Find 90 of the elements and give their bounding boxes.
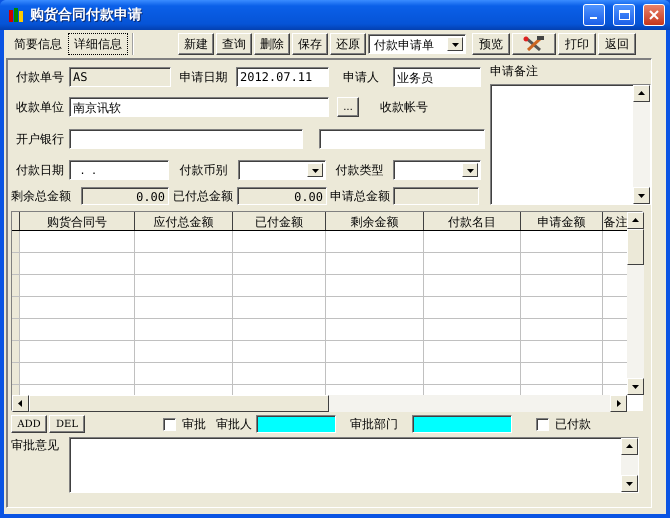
apply-total-field[interactable]	[393, 187, 479, 205]
toolbar-button[interactable]: 保存	[292, 33, 328, 55]
field-label: 审批人	[215, 416, 253, 432]
remaining-total-field[interactable]: 0.00	[81, 187, 169, 205]
field-label: 收款帐号	[379, 98, 429, 116]
field-label: 审批部门	[349, 416, 399, 432]
bank-field[interactable]	[69, 129, 303, 149]
down-arrow-icon	[312, 166, 318, 174]
toolbar-button[interactable]: 新建	[178, 33, 214, 55]
column-header[interactable]: 购货合同号	[20, 212, 135, 230]
field-label: 付款单号	[15, 68, 65, 86]
field-label: 开户银行	[15, 130, 65, 148]
right-arrow-icon	[615, 400, 622, 407]
down-arrow-icon	[466, 166, 474, 174]
paid-total-field[interactable]: 0.00	[237, 187, 327, 205]
apply-date-field[interactable]: 2012.07.11	[236, 67, 329, 87]
column-header[interactable]: 应付总金额	[135, 212, 233, 230]
account-field[interactable]	[319, 129, 485, 149]
payment-type-select[interactable]	[393, 160, 481, 180]
up-arrow-icon	[638, 90, 645, 97]
vertical-scrollbar[interactable]	[627, 212, 644, 395]
field-label: 申请人	[342, 68, 380, 86]
scroll-thumb[interactable]	[627, 229, 644, 265]
tab[interactable]: 简要信息	[8, 33, 68, 55]
toolbar-button[interactable]: 删除	[254, 33, 290, 55]
field-label: 申请总金额	[329, 188, 391, 204]
field-label: 剩余总金额	[11, 188, 72, 204]
checkbox-label: 已付款	[555, 416, 592, 432]
opinion-textarea[interactable]	[69, 437, 639, 493]
column-header[interactable]: 付款名目	[424, 212, 521, 230]
field-label: 已付总金额	[172, 188, 234, 204]
row-header[interactable]	[12, 297, 20, 318]
close-button[interactable]	[643, 4, 665, 26]
payee-field[interactable]: 南京讯软	[69, 97, 329, 117]
approver-field[interactable]	[256, 415, 336, 433]
vertical-scrollbar[interactable]	[633, 85, 650, 204]
row-header[interactable]	[12, 341, 20, 362]
row-header[interactable]	[12, 231, 20, 252]
column-header[interactable]: 备注	[603, 212, 627, 230]
row-header[interactable]	[12, 253, 20, 274]
browse-button[interactable]: ...	[337, 97, 359, 117]
add-button[interactable]: ADD	[11, 415, 47, 433]
report-select[interactable]: 付款申请单	[368, 34, 466, 54]
field-label: 收款单位	[15, 98, 65, 116]
pay-date-field[interactable]: . .	[69, 160, 169, 180]
toolbar-button[interactable]: 预览	[472, 33, 510, 55]
row-header[interactable]	[12, 275, 20, 296]
close-icon	[649, 10, 659, 20]
vertical-scrollbar[interactable]	[621, 438, 638, 492]
up-arrow-icon	[626, 443, 633, 450]
toolbar-button[interactable]: 查询	[216, 33, 252, 55]
field-label: 付款币别	[178, 162, 228, 178]
scroll-thumb[interactable]	[29, 395, 329, 412]
checkbox[interactable]	[536, 418, 549, 430]
column-header[interactable]: 已付金额	[233, 212, 326, 230]
up-arrow-icon	[632, 217, 639, 224]
currency-select[interactable]	[238, 160, 326, 180]
payment-number-field[interactable]: AS	[69, 67, 171, 87]
toolbar-button[interactable]: 打印	[558, 33, 596, 55]
maximize-icon	[618, 10, 630, 20]
checkbox-label: 审批	[182, 416, 207, 432]
down-arrow-icon	[626, 480, 633, 487]
down-arrow-icon	[452, 40, 458, 48]
field-label: 申请日期	[178, 68, 228, 86]
checkbox[interactable]	[163, 418, 176, 430]
down-arrow-icon	[632, 383, 639, 390]
tools-button[interactable]	[512, 33, 556, 55]
row-header[interactable]	[12, 319, 20, 340]
field-label: 付款类型	[334, 162, 384, 178]
column-header[interactable]: 剩余金额	[326, 212, 424, 230]
maximize-button[interactable]	[613, 4, 635, 26]
left-arrow-icon	[17, 400, 24, 407]
row-header[interactable]	[12, 363, 20, 384]
department-field[interactable]	[412, 415, 512, 433]
field-label: 付款日期	[15, 162, 65, 178]
down-arrow-icon	[638, 192, 645, 199]
tab[interactable]: 详细信息	[68, 33, 128, 55]
toolbar-button[interactable]: 还原	[330, 33, 366, 55]
minimize-button[interactable]	[583, 4, 605, 26]
applicant-field[interactable]: 业务员	[393, 67, 481, 87]
horizontal-scrollbar[interactable]	[12, 395, 627, 412]
field-label: 申请备注	[490, 63, 540, 80]
toolbar-button[interactable]: 返回	[598, 33, 636, 55]
notes-textarea[interactable]	[490, 84, 651, 205]
field-label: 审批意见	[11, 437, 60, 454]
delete-button[interactable]: DEL	[49, 415, 85, 433]
tools-icon	[523, 36, 545, 52]
window-title: 购货合同付款申请	[30, 6, 143, 24]
app-icon	[8, 7, 24, 23]
column-header[interactable]: 申请金额	[521, 212, 603, 230]
